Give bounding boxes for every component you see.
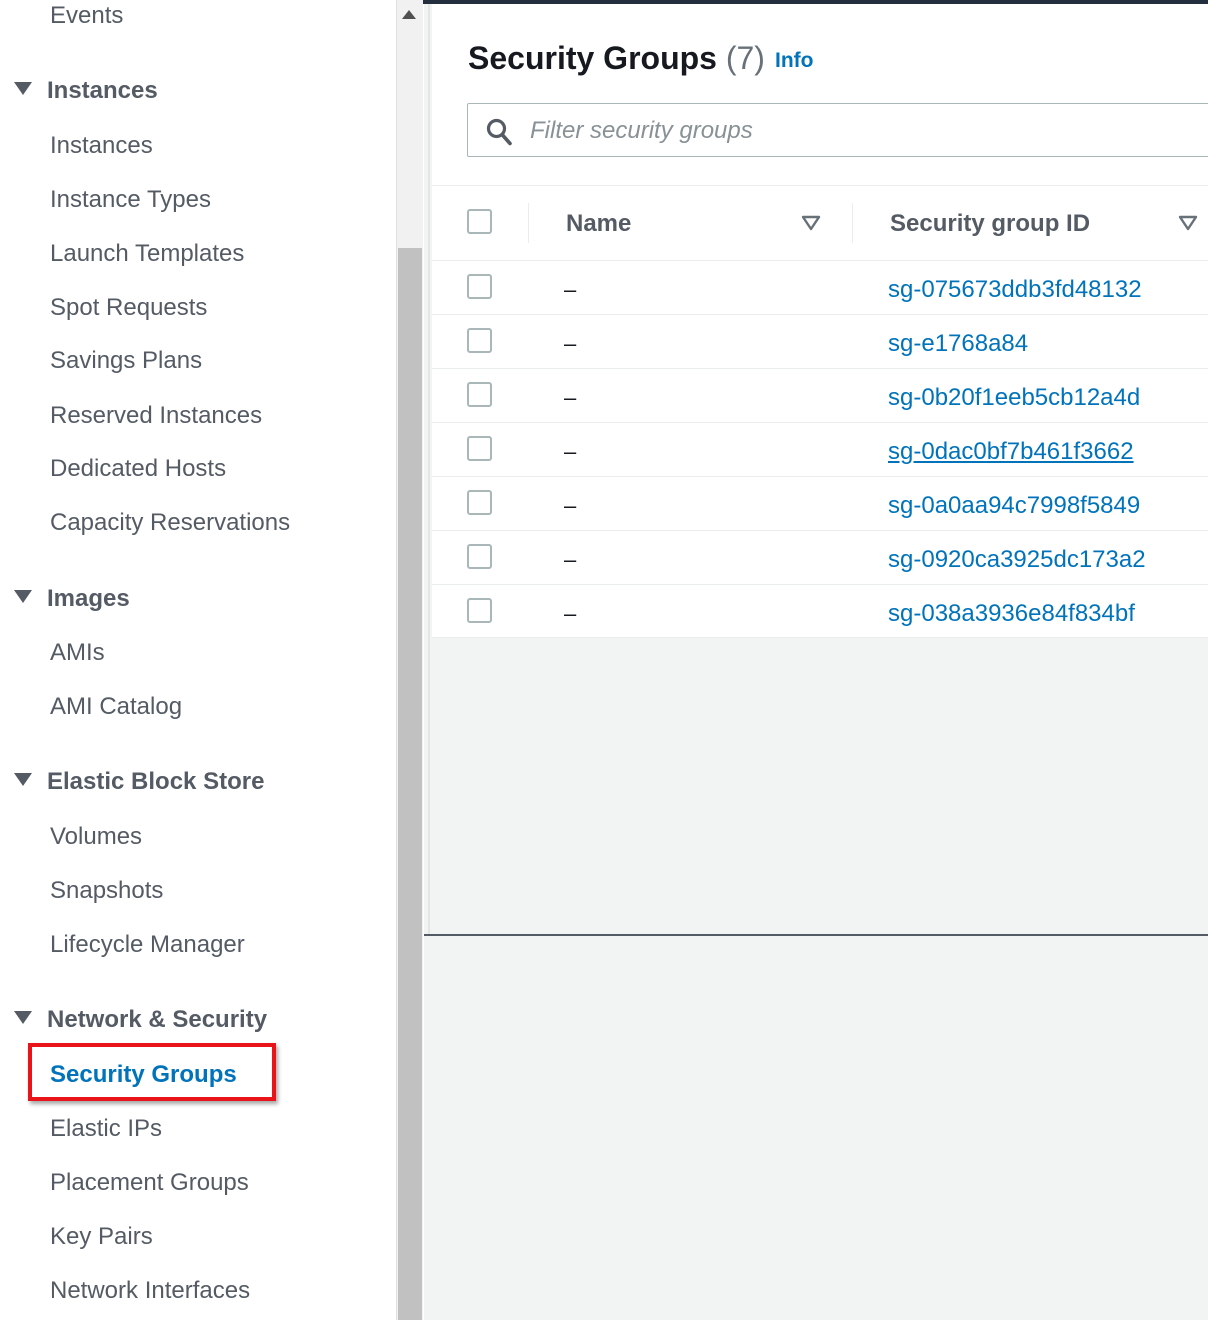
section-title: Elastic Block Store — [47, 768, 265, 795]
column-separator — [852, 203, 853, 243]
sidebar-item-reserved-instances[interactable]: Reserved Instances — [50, 404, 262, 428]
row-divider — [432, 530, 1208, 531]
item-count: (7) — [725, 40, 765, 76]
cell-name: – — [564, 385, 577, 410]
sidebar-item-capacity-reservations[interactable]: Capacity Reservations — [50, 511, 290, 535]
sidebar-item-instances[interactable]: Instances — [50, 134, 153, 158]
cell-security-group-id[interactable]: sg-0a0aa94c7998f5849 — [888, 492, 1140, 520]
sidebar-item-snapshots[interactable]: Snapshots — [50, 879, 163, 903]
row-checkbox[interactable] — [467, 544, 492, 569]
cell-name: – — [564, 601, 577, 626]
row-checkbox[interactable] — [467, 490, 492, 515]
cell-name: – — [564, 439, 577, 464]
row-checkbox[interactable] — [467, 274, 492, 299]
sidebar-item-network-interfaces[interactable]: Network Interfaces — [50, 1279, 250, 1303]
sort-icon[interactable] — [801, 215, 821, 231]
caret-down-icon — [14, 773, 32, 786]
search-icon — [486, 118, 512, 146]
sidebar-item-elastic-ips[interactable]: Elastic IPs — [50, 1117, 162, 1141]
row-checkbox[interactable] — [467, 328, 492, 353]
caret-down-icon — [14, 82, 32, 95]
column-separator — [528, 203, 529, 243]
highlight-annotation-box — [28, 1043, 276, 1101]
caret-down-icon — [14, 1011, 32, 1024]
page-title-text: Security Groups — [468, 40, 717, 76]
sidebar-item-key-pairs[interactable]: Key Pairs — [50, 1225, 153, 1249]
row-checkbox[interactable] — [467, 382, 492, 407]
section-instances[interactable]: Instances — [14, 79, 158, 103]
sidebar-item-lifecycle-manager[interactable]: Lifecycle Manager — [50, 933, 245, 957]
cell-security-group-id[interactable]: sg-0b20f1eeb5cb12a4d — [888, 384, 1140, 412]
cell-security-group-id[interactable]: sg-038a3936e84f834bf — [888, 600, 1135, 628]
section-network-security[interactable]: Network & Security — [14, 1008, 267, 1032]
cell-name: – — [564, 547, 577, 572]
section-title: Network & Security — [47, 1006, 268, 1033]
sidebar-item-spot-requests[interactable]: Spot Requests — [50, 296, 207, 320]
row-checkbox[interactable] — [467, 436, 492, 461]
table-top-border — [432, 185, 1208, 186]
column-header-security-group-id[interactable]: Security group ID — [890, 210, 1090, 238]
sidebar: Events Instances Instances Instance Type… — [0, 0, 396, 1320]
header-divider — [432, 260, 1208, 261]
row-divider — [432, 314, 1208, 315]
column-header-name[interactable]: Name — [566, 210, 631, 238]
row-divider — [432, 476, 1208, 477]
sidebar-item-instance-types[interactable]: Instance Types — [50, 188, 211, 212]
sidebar-item-ami-catalog[interactable]: AMI Catalog — [50, 695, 182, 719]
scrollbar-thumb[interactable] — [398, 248, 422, 1320]
split-panel — [424, 936, 1208, 1320]
cell-name: – — [564, 277, 577, 302]
sidebar-item-volumes[interactable]: Volumes — [50, 825, 142, 849]
sidebar-item-placement-groups[interactable]: Placement Groups — [50, 1171, 249, 1195]
search-input[interactable] — [530, 116, 1130, 146]
scroll-up-icon[interactable] — [402, 10, 416, 19]
section-title: Images — [47, 585, 130, 612]
info-link[interactable]: Info — [775, 49, 813, 73]
section-elastic-block-store[interactable]: Elastic Block Store — [14, 770, 264, 794]
select-all-checkbox[interactable] — [467, 209, 492, 234]
section-title: Instances — [47, 77, 158, 104]
section-images[interactable]: Images — [14, 587, 130, 611]
cell-security-group-id[interactable]: sg-075673ddb3fd48132 — [888, 276, 1142, 304]
sidebar-item-events[interactable]: Events — [50, 4, 123, 28]
sidebar-item-amis[interactable]: AMIs — [50, 641, 105, 665]
security-groups-panel — [432, 4, 1208, 638]
cell-name: – — [564, 331, 577, 356]
sidebar-scrollbar[interactable] — [396, 0, 423, 1320]
sidebar-item-savings-plans[interactable]: Savings Plans — [50, 349, 202, 373]
cell-security-group-id[interactable]: sg-e1768a84 — [888, 330, 1028, 358]
row-divider — [432, 422, 1208, 423]
caret-down-icon — [14, 590, 32, 603]
cell-security-group-id[interactable]: sg-0920ca3925dc173a2 — [888, 546, 1146, 574]
row-divider — [432, 368, 1208, 369]
row-divider — [432, 584, 1208, 585]
row-checkbox[interactable] — [467, 598, 492, 623]
page-title: Security Groups (7) — [468, 40, 765, 77]
sidebar-item-dedicated-hosts[interactable]: Dedicated Hosts — [50, 457, 226, 481]
cell-name: – — [564, 493, 577, 518]
cell-security-group-id[interactable]: sg-0dac0bf7b461f3662 — [888, 438, 1134, 466]
sidebar-item-launch-templates[interactable]: Launch Templates — [50, 242, 244, 266]
sort-icon[interactable] — [1178, 215, 1198, 231]
